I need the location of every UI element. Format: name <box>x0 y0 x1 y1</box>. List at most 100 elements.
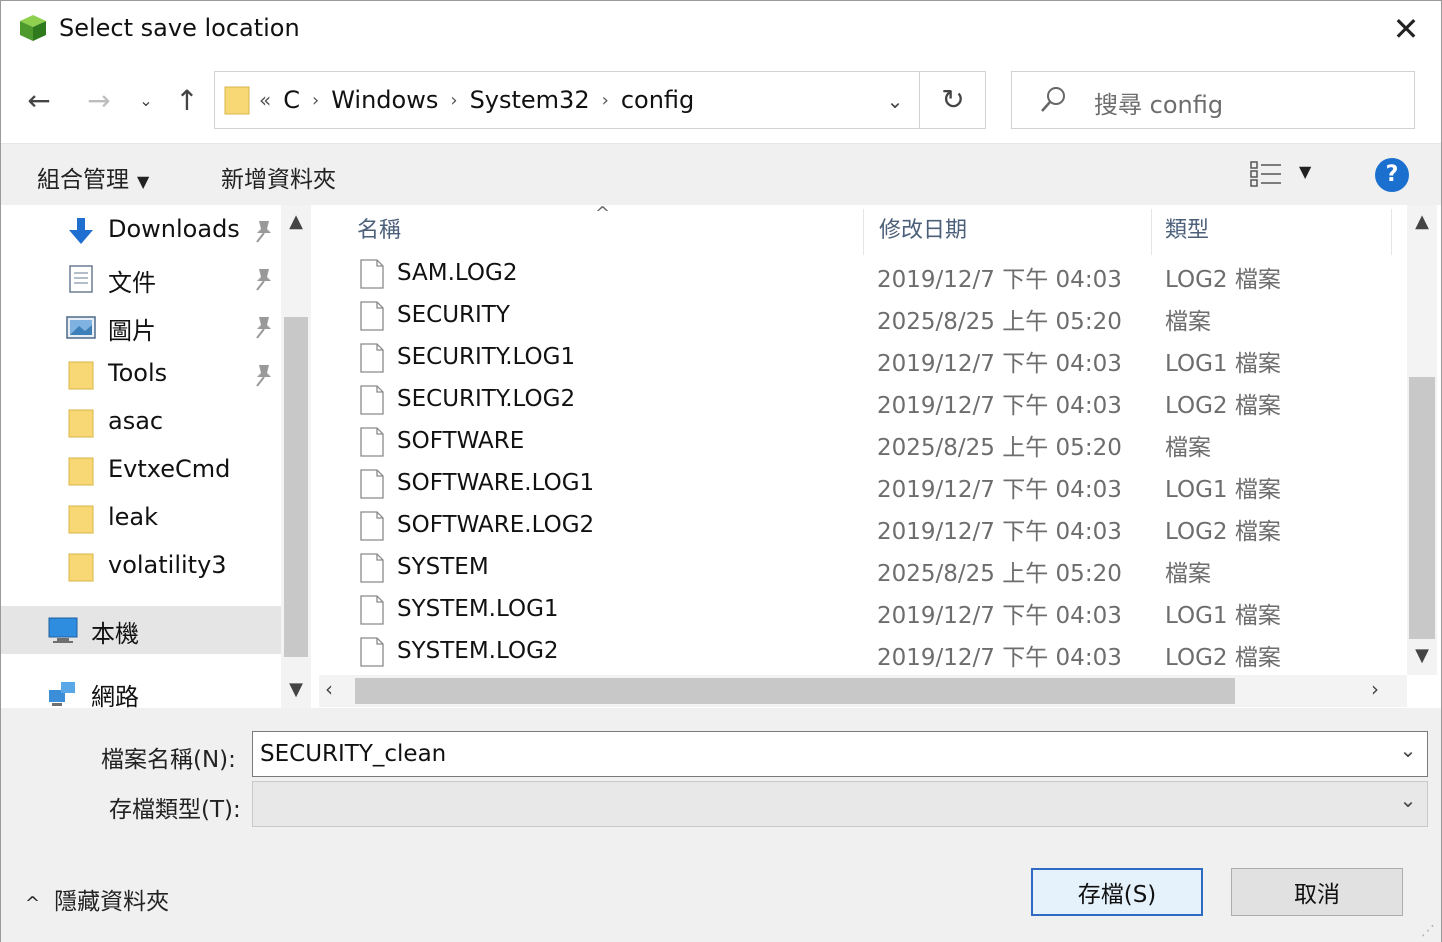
view-dropdown-button[interactable]: ▼ <box>1299 162 1311 181</box>
filename-label: 檔案名稱(N): <box>101 747 236 773</box>
scrollbar-thumb[interactable] <box>1409 377 1435 639</box>
file-name: SYSTEM.LOG1 <box>397 596 559 622</box>
scroll-up-icon[interactable]: ▲ <box>281 211 311 232</box>
column-divider[interactable] <box>1151 209 1152 255</box>
folder-icon <box>68 361 94 390</box>
download-icon <box>69 218 93 244</box>
chevron-down-icon[interactable]: ⌄ <box>1393 788 1423 812</box>
pin-icon[interactable] <box>249 361 275 389</box>
address-dropdown-button[interactable]: ⌄ <box>871 72 919 128</box>
sidebar-item-network[interactable]: 網路 <box>1 669 281 708</box>
scrollbar-thumb[interactable] <box>284 317 308 657</box>
breadcrumb-overflow[interactable]: « <box>259 88 271 112</box>
save-button[interactable]: 存檔(S) <box>1031 868 1203 916</box>
scroll-down-icon[interactable]: ▼ <box>1407 645 1437 666</box>
chevron-right-icon[interactable]: › <box>602 90 609 111</box>
hide-folders-toggle[interactable]: ^ 隱藏資料夾 <box>25 882 169 916</box>
up-button[interactable]: ↑ <box>167 79 207 123</box>
file-type: 檔案 <box>1165 309 1211 335</box>
pin-icon[interactable] <box>249 217 275 245</box>
column-header-type[interactable]: 類型 <box>1165 205 1385 257</box>
pin-icon[interactable] <box>249 265 275 293</box>
file-date: 2019/12/7 下午 04:03 <box>877 645 1122 671</box>
chevron-right-icon[interactable]: › <box>312 90 319 111</box>
table-row[interactable]: SYSTEM 2025/8/25 上午 05:20 檔案 <box>319 547 1407 589</box>
breadcrumb-item[interactable]: config <box>621 86 694 114</box>
sidebar-item-documents[interactable]: 文件 <box>1 255 281 303</box>
sidebar-item-evtxecmd[interactable]: EvtxeCmd <box>1 447 281 495</box>
sidebar-item-tools[interactable]: Tools <box>1 351 281 399</box>
breadcrumb-item[interactable]: Windows <box>331 86 438 114</box>
file-name: SOFTWARE.LOG1 <box>397 470 595 496</box>
scroll-left-icon[interactable]: ‹ <box>325 677 333 701</box>
column-header-date[interactable]: 修改日期 <box>879 205 1149 257</box>
table-row[interactable]: SECURITY.LOG2 2019/12/7 下午 04:03 LOG2 檔案 <box>319 379 1407 421</box>
new-folder-button[interactable]: 新增資料夾 <box>221 160 336 194</box>
filename-field[interactable] <box>252 731 1428 777</box>
file-icon <box>360 511 384 541</box>
file-icon <box>360 343 384 373</box>
help-button[interactable]: ? <box>1375 158 1409 192</box>
resize-grip-icon[interactable]: ⋰ <box>1421 923 1435 939</box>
close-button[interactable]: ✕ <box>1381 9 1431 49</box>
table-row[interactable]: SOFTWARE.LOG2 2019/12/7 下午 04:03 LOG2 檔案 <box>319 505 1407 547</box>
sort-ascending-icon: ^ <box>595 203 611 224</box>
file-icon <box>360 259 384 289</box>
sidebar-item-leak[interactable]: leak <box>1 495 281 543</box>
address-bar[interactable]: « C › Windows › System32 › config ⌄ ↻ <box>214 71 986 129</box>
cancel-button[interactable]: 取消 <box>1231 868 1403 916</box>
navigation-scrollbar[interactable]: ▲ ▼ <box>281 205 311 708</box>
sidebar-item-downloads[interactable]: Downloads <box>1 207 281 255</box>
breadcrumb-item[interactable]: C <box>283 86 300 114</box>
filetype-select[interactable] <box>252 781 1428 827</box>
title-bar: Select save location ✕ <box>1 1 1441 57</box>
hide-folders-label: 隱藏資料夾 <box>54 889 170 915</box>
sidebar-item-label: leak <box>108 503 159 531</box>
command-toolbar: 組合管理 ▼ 新增資料夾 ▼ ? <box>1 143 1441 205</box>
recent-locations-button[interactable]: ⌄ <box>133 79 159 123</box>
chevron-right-icon[interactable]: › <box>450 90 457 111</box>
forward-button[interactable]: → <box>79 79 119 123</box>
file-name: SOFTWARE <box>397 428 525 454</box>
view-options-icon[interactable] <box>1247 158 1287 190</box>
file-list-horizontal-scrollbar[interactable]: ‹ › <box>319 675 1407 707</box>
column-divider[interactable] <box>1391 209 1392 255</box>
breadcrumb-item[interactable]: System32 <box>470 86 590 114</box>
table-row[interactable]: SOFTWARE 2025/8/25 上午 05:20 檔案 <box>319 421 1407 463</box>
refresh-button[interactable]: ↻ <box>920 72 986 128</box>
search-input[interactable]: 搜尋 config <box>1011 71 1415 129</box>
table-row[interactable]: SYSTEM.LOG2 2019/12/7 下午 04:03 LOG2 檔案 <box>319 631 1407 673</box>
table-row[interactable]: SYSTEM.LOG1 2019/12/7 下午 04:03 LOG1 檔案 <box>319 589 1407 631</box>
back-button[interactable]: ← <box>19 79 59 123</box>
navigation-pane: Downloads 文件 圖片 Tools asac EvtxeCmd leak… <box>1 205 313 708</box>
organize-button[interactable]: 組合管理 ▼ <box>37 160 149 194</box>
scroll-up-icon[interactable]: ▲ <box>1407 211 1437 232</box>
sidebar-item-asac[interactable]: asac <box>1 399 281 447</box>
window-title: Select save location <box>59 14 300 42</box>
sidebar-item-label: volatility3 <box>108 551 227 579</box>
table-row[interactable]: SECURITY.LOG1 2019/12/7 下午 04:03 LOG1 檔案 <box>319 337 1407 379</box>
pin-icon[interactable] <box>249 313 275 341</box>
folder-icon <box>224 86 250 115</box>
folder-icon <box>68 457 94 486</box>
save-form: 檔案名稱(N): ⌄ 存檔類型(T): ⌄ ^ 隱藏資料夾 存檔(S) 取消 ⋰ <box>1 708 1441 942</box>
sidebar-item-volatility3[interactable]: volatility3 <box>1 543 281 591</box>
column-divider[interactable] <box>863 209 864 255</box>
file-name: SOFTWARE.LOG2 <box>397 512 595 538</box>
scroll-right-icon[interactable]: › <box>1371 677 1379 701</box>
sidebar-item-label: Tools <box>108 359 168 387</box>
scrollbar-thumb[interactable] <box>355 678 1235 704</box>
file-type: LOG1 檔案 <box>1165 477 1281 503</box>
table-row[interactable]: SOFTWARE.LOG1 2019/12/7 下午 04:03 LOG1 檔案 <box>319 463 1407 505</box>
file-date: 2019/12/7 下午 04:03 <box>877 351 1122 377</box>
file-list-vertical-scrollbar[interactable]: ▲ ▼ <box>1407 205 1437 675</box>
sidebar-item-label: EvtxeCmd <box>108 455 231 483</box>
file-name: SECURITY.LOG2 <box>397 386 576 412</box>
sidebar-item-pictures[interactable]: 圖片 <box>1 303 281 351</box>
sidebar-item-this-pc[interactable]: 本機 <box>1 606 281 654</box>
table-row[interactable]: SECURITY 2025/8/25 上午 05:20 檔案 <box>319 295 1407 337</box>
scroll-down-icon[interactable]: ▼ <box>281 679 311 700</box>
chevron-down-icon[interactable]: ⌄ <box>1393 738 1423 762</box>
table-row[interactable]: SAM.LOG2 2019/12/7 下午 04:03 LOG2 檔案 <box>319 253 1407 295</box>
file-icon <box>360 637 384 667</box>
